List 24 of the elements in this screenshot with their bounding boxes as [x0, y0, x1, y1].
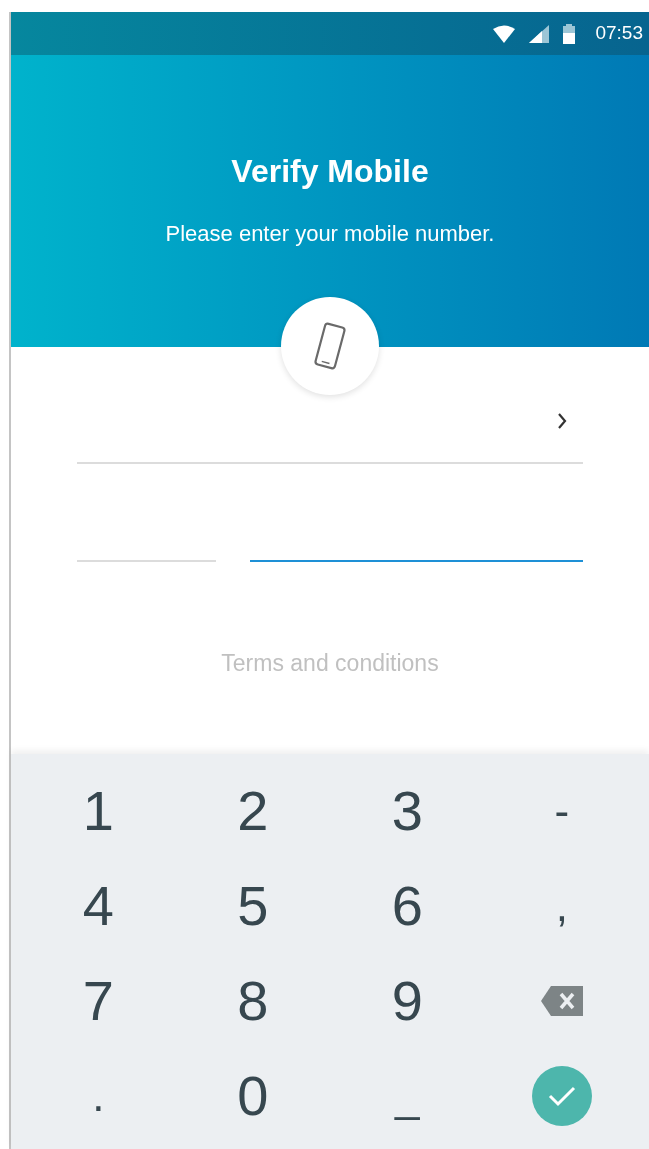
keypad-key[interactable]: -: [484, 764, 639, 859]
keypad-key[interactable]: 9: [330, 953, 485, 1049]
chevron-right-icon[interactable]: [557, 413, 567, 429]
keypad-key[interactable]: 1: [21, 764, 176, 859]
page-title: Verify Mobile: [231, 152, 429, 191]
keypad-key[interactable]: 5: [175, 858, 330, 954]
page-subtitle: Please enter your mobile number.: [165, 220, 495, 248]
signal-icon: [529, 24, 550, 43]
check-icon: [547, 1084, 576, 1107]
keypad-key[interactable]: 0: [175, 1048, 330, 1143]
battery-icon: [563, 23, 576, 44]
status-time: 07:53: [595, 21, 643, 46]
keypad-key[interactable]: .: [21, 1048, 176, 1143]
keypad-key[interactable]: 2: [175, 764, 330, 859]
keypad-key[interactable]: 7: [21, 953, 176, 1049]
keypad-key[interactable]: 6: [330, 858, 485, 954]
keypad-key[interactable]: _: [330, 1048, 485, 1143]
smartphone-icon: [312, 322, 348, 370]
backspace-icon[interactable]: [540, 985, 583, 1016]
keypad-key[interactable]: 8: [175, 953, 330, 1049]
wifi-icon: [493, 24, 516, 43]
keypad-key[interactable]: ,: [484, 858, 639, 954]
keypad-key[interactable]: 3: [330, 764, 485, 859]
keypad-key[interactable]: 4: [21, 858, 176, 954]
